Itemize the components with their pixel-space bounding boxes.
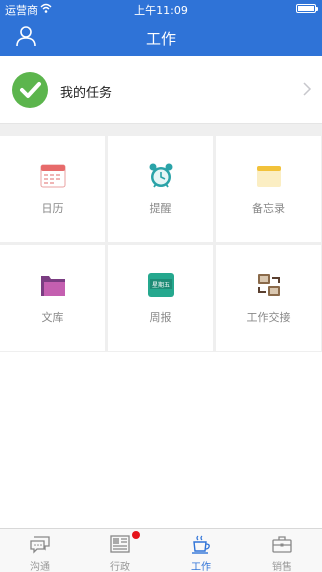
grid-item-memo[interactable]: 备忘录 — [216, 136, 321, 242]
tab-label: 销售 — [272, 562, 292, 572]
chevron-right-icon — [303, 82, 312, 96]
coffee-cup-icon — [192, 535, 210, 554]
grid-item-label: 工作交接 — [246, 311, 291, 324]
grid-item-handover[interactable]: 工作交接 — [216, 245, 321, 351]
tab-communicate[interactable]: 沟通 — [0, 529, 80, 572]
grid-item-library[interactable]: 文库 — [0, 245, 105, 351]
notepad-icon — [257, 166, 281, 187]
svg-text:星期五: 星期五 — [152, 281, 170, 289]
section-divider — [0, 124, 322, 136]
status-time: 上午11:09 — [134, 4, 188, 17]
checkmark-icon — [12, 72, 48, 108]
tab-label: 行政 — [110, 562, 130, 572]
calendar-icon — [40, 164, 66, 188]
my-tasks-label: 我的任务 — [60, 86, 113, 101]
grid-item-label: 日历 — [41, 202, 64, 215]
alarm-clock-icon — [149, 163, 173, 188]
battery-icon — [296, 4, 318, 13]
grid-item-reminder[interactable]: 提醒 — [108, 136, 213, 242]
handover-icon — [258, 274, 280, 296]
weekly-report-icon: 星期五 — [148, 273, 174, 297]
grid-item-calendar[interactable]: 日历 — [0, 136, 105, 242]
grid-item-label: 备忘录 — [252, 202, 285, 215]
tab-bar: 沟通 行政 工作 销售 — [0, 528, 322, 572]
tab-work[interactable]: 工作 — [161, 529, 241, 572]
page-title: 工作 — [145, 30, 176, 48]
tab-administration[interactable]: 行政 — [80, 529, 160, 572]
chat-icon — [30, 536, 50, 554]
navigation-bar: 运营商 上午11:09 工作 — [0, 0, 322, 56]
folder-icon — [41, 276, 65, 296]
newspaper-icon — [110, 535, 130, 553]
grid-item-label: 文库 — [41, 311, 64, 324]
tab-label: 沟通 — [30, 562, 50, 572]
grid-item-label: 提醒 — [149, 202, 172, 215]
status-bar: 运营商 上午11:09 — [0, 0, 322, 18]
notification-badge — [132, 531, 140, 539]
my-tasks-row[interactable]: 我的任务 — [0, 56, 322, 124]
tab-label: 工作 — [191, 562, 211, 572]
tab-sales[interactable]: 销售 — [242, 529, 322, 572]
grid-item-label: 周报 — [149, 311, 172, 324]
grid-item-weekly-report[interactable]: 星期五 周报 — [108, 245, 213, 351]
briefcase-icon — [272, 536, 292, 553]
function-grid: 日历 提醒 备忘录 文库 星期五 周报 工作交接 — [0, 136, 322, 352]
